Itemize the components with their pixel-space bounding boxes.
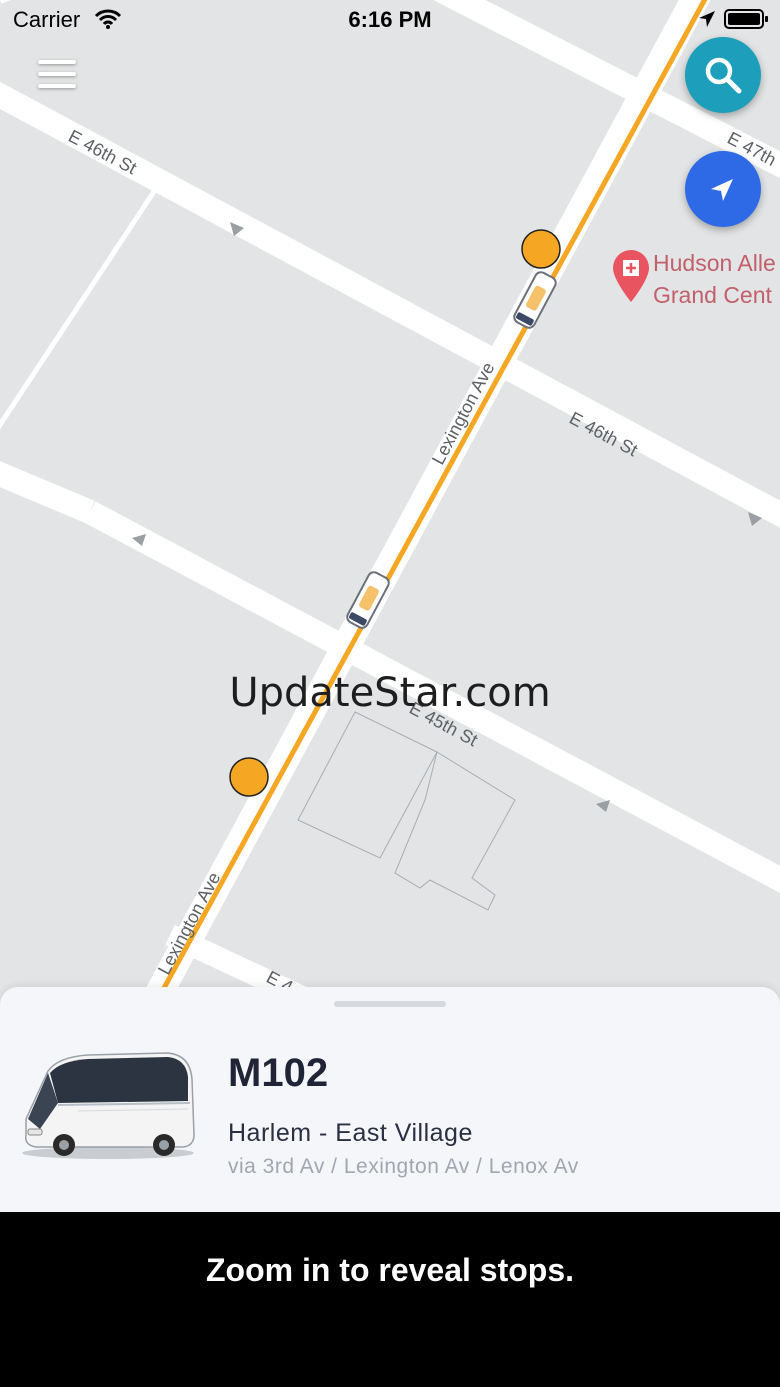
route-via: via 3rd Av / Lexington Av / Lenox Av [228, 1155, 579, 1178]
poi-label-line2: Grand Cent [653, 282, 773, 308]
battery-icon [724, 9, 768, 29]
hamburger-menu-icon[interactable] [34, 56, 80, 96]
zoom-hint-message: Zoom in to reveal stops. [205, 1252, 575, 1288]
footer-banner: Zoom in to reveal stops. [0, 1212, 780, 1387]
map-view[interactable]: E 46th St E 46th St E 47th E 45th St E 4… [0, 0, 780, 1010]
clock: 6:16 PM [348, 7, 432, 32]
route-name: Harlem - East Village [228, 1119, 473, 1147]
route-info-sheet[interactable]: M102 Harlem - East Village via 3rd Av / … [0, 987, 780, 1217]
watermark: UpdateStar.com [229, 670, 551, 716]
route-number: M102 [228, 1051, 329, 1095]
status-bar: Carrier 6:16 PM [0, 0, 780, 40]
search-button[interactable] [685, 37, 761, 113]
bus-stop-marker[interactable] [521, 229, 561, 269]
sheet-drag-handle[interactable] [334, 1001, 446, 1007]
locate-me-button[interactable] [685, 151, 761, 227]
bus-image [22, 1052, 195, 1159]
search-icon [705, 57, 742, 94]
location-arrow-icon [699, 11, 715, 27]
poi-label-line1: Hudson Alle [653, 250, 776, 276]
bus-stop-marker[interactable] [229, 757, 269, 797]
navigation-arrow-icon [711, 179, 733, 201]
